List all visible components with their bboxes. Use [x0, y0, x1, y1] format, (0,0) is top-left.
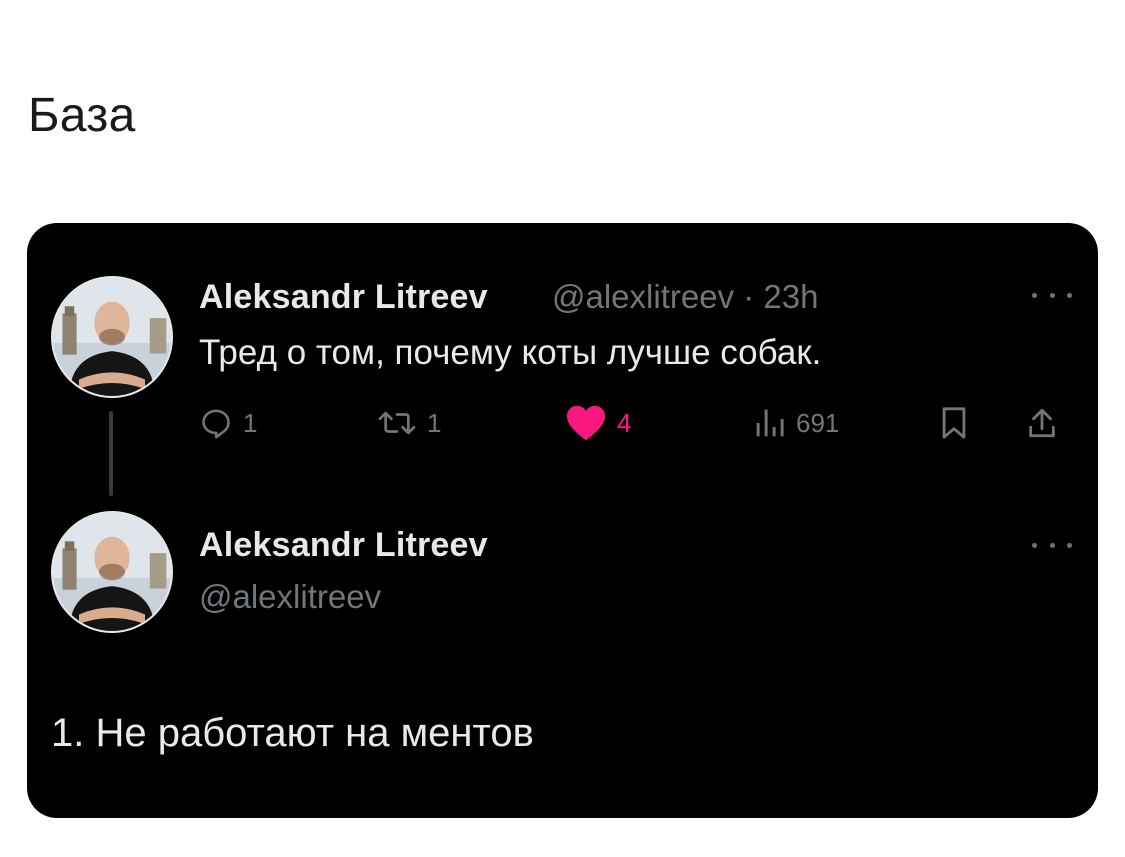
- avatar[interactable]: [51, 276, 173, 398]
- like-count: 4: [617, 407, 632, 438]
- tweet-author-name[interactable]: Aleksandr Litreev: [199, 278, 488, 317]
- avatar[interactable]: [51, 511, 173, 633]
- reply-count: 1: [243, 407, 258, 438]
- tweet-screenshot: Aleksandr Litreev @alexlitreev · 23h Тре…: [27, 223, 1098, 818]
- share-icon: [1029, 408, 1055, 438]
- views-icon: [756, 409, 784, 437]
- repost-count: 1: [427, 407, 442, 438]
- reply-button[interactable]: 1: [199, 403, 257, 443]
- more-icon[interactable]: [1032, 535, 1072, 555]
- avatar-photo: [53, 278, 171, 396]
- reply-author-name[interactable]: Aleksandr Litreev: [199, 526, 488, 565]
- share-button[interactable]: [1027, 403, 1057, 443]
- reply-text: 1. Не работают на ментов: [51, 711, 534, 755]
- thread-connector-line: [109, 411, 113, 496]
- reply-icon: [202, 409, 230, 439]
- avatar-photo: [53, 513, 171, 631]
- bookmark-icon: [942, 407, 966, 439]
- more-icon[interactable]: [1032, 285, 1072, 305]
- repost-icon: [378, 411, 416, 435]
- post-caption: База: [28, 89, 136, 142]
- reply-handle[interactable]: @alexlitreev: [199, 578, 381, 616]
- like-button[interactable]: 4: [565, 403, 631, 443]
- repost-button[interactable]: 1: [377, 403, 441, 443]
- tweet-text: Тред о том, почему коты лучше собак.: [199, 333, 822, 372]
- heart-icon: [567, 405, 605, 441]
- tweet-handle-time[interactable]: @alexlitreev · 23h: [552, 278, 818, 316]
- views-count: 691: [796, 407, 840, 438]
- views-button[interactable]: 691: [754, 403, 839, 443]
- bookmark-button[interactable]: [939, 403, 969, 443]
